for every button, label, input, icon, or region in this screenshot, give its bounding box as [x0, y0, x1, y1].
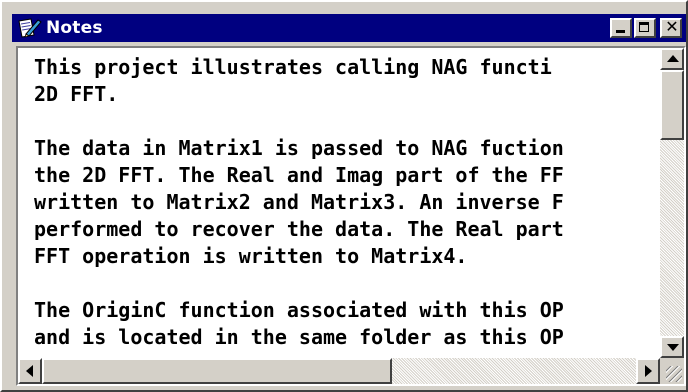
horizontal-scrollbar[interactable] — [18, 358, 660, 384]
notes-icon[interactable] — [16, 17, 42, 39]
scroll-up-button[interactable] — [660, 48, 684, 70]
minimize-button[interactable] — [610, 18, 632, 38]
close-button[interactable]: ✕ — [660, 18, 682, 38]
scroll-right-button[interactable] — [636, 358, 660, 384]
maximize-icon — [639, 22, 649, 32]
arrow-left-icon — [26, 365, 33, 377]
scroll-left-button[interactable] — [18, 358, 42, 384]
minimize-icon — [616, 30, 625, 33]
vertical-scroll-thumb[interactable] — [660, 70, 684, 140]
notes-text-area[interactable]: This project illustrates calling NAG fun… — [18, 48, 660, 358]
resize-grip-icon — [666, 366, 682, 382]
title-bar[interactable]: Notes ✕ — [12, 14, 686, 42]
resize-grip[interactable] — [660, 358, 684, 384]
window-title: Notes — [46, 18, 103, 38]
vertical-scrollbar[interactable] — [660, 48, 684, 358]
scroll-down-button[interactable] — [660, 336, 684, 358]
notes-body-text[interactable]: This project illustrates calling NAG fun… — [34, 54, 564, 351]
arrow-up-icon — [667, 55, 679, 62]
arrow-down-icon — [667, 344, 679, 351]
arrow-right-icon — [645, 365, 652, 377]
horizontal-scroll-thumb[interactable] — [42, 358, 392, 384]
maximize-button[interactable] — [634, 18, 656, 38]
notes-window: Notes ✕ This project illustrates calling… — [0, 0, 688, 392]
close-icon: ✕ — [665, 17, 679, 36]
notes-editor: This project illustrates calling NAG fun… — [16, 46, 686, 386]
